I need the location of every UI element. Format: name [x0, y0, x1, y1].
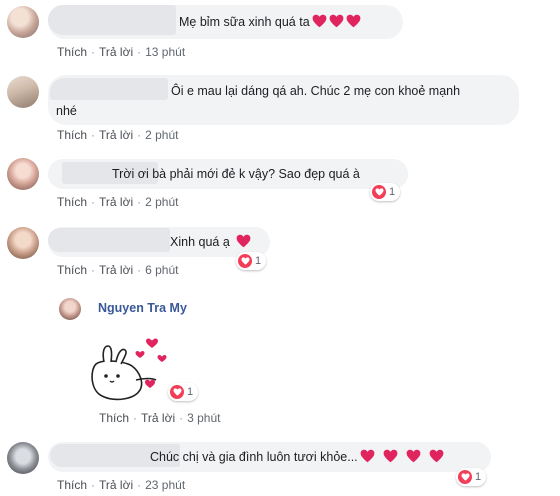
- comment-text: Xinh quá ạ: [170, 233, 251, 252]
- redacted-name: [50, 78, 168, 100]
- comment-actions: Thích · Trả lời · 23 phút: [57, 478, 186, 492]
- reaction-count: 1: [255, 255, 262, 267]
- comment-time[interactable]: 2 phút: [145, 195, 178, 209]
- comment-text: Mẹ bỉm sữa xinh quá ta: [179, 13, 361, 32]
- heart-icon: [429, 449, 444, 463]
- reply-link[interactable]: Trả lời: [99, 478, 133, 492]
- comment-bubble: Chúc chị và gia đình luôn tươi khỏe...: [48, 442, 491, 472]
- comment-text: Chúc chị và gia đình luôn tươi khỏe...: [150, 448, 444, 467]
- commenter-avatar[interactable]: [7, 6, 39, 38]
- love-reaction-icon: [170, 385, 184, 399]
- reply-link[interactable]: Trả lời: [99, 263, 133, 277]
- like-link[interactable]: Thích: [57, 45, 87, 59]
- comment-actions: Thích · Trả lời · 6 phút: [57, 263, 179, 277]
- redacted-name: [48, 5, 176, 35]
- reply-link[interactable]: Trả lời: [99, 195, 133, 209]
- commenter-avatar[interactable]: [7, 227, 39, 259]
- redacted-name: [48, 228, 170, 252]
- comment-bubble: Ôi e mau lại dáng qá ah. Chúc 2 mẹ con k…: [48, 75, 519, 125]
- commenter-avatar[interactable]: [7, 442, 39, 474]
- heart-icon: [406, 449, 421, 463]
- heart-icon: [360, 449, 375, 463]
- reaction-count: 1: [389, 186, 396, 198]
- comment-bubble: Xinh quá ạ: [48, 227, 270, 257]
- reaction-badge[interactable]: 1: [370, 183, 401, 201]
- comment-time[interactable]: 13 phút: [145, 45, 185, 59]
- comment-actions: Thích · Trả lời · 3 phút: [99, 411, 221, 425]
- comment-text: Trời ơi bà phải mới đẻ k vậy? Sao đẹp qu…: [112, 167, 360, 181]
- comment-text-line: nhé: [56, 104, 77, 118]
- reaction-count: 1: [475, 471, 482, 483]
- love-reaction-icon: [372, 185, 386, 199]
- heart-icon: [312, 14, 327, 28]
- commenter-avatar[interactable]: [59, 298, 81, 320]
- heart-icon: [329, 14, 344, 28]
- reply-link[interactable]: Trả lời: [99, 45, 133, 59]
- comment-text-line: Ôi e mau lại dáng qá ah. Chúc 2 mẹ con k…: [171, 84, 461, 98]
- commenter-avatar[interactable]: [7, 76, 39, 108]
- commenter-name[interactable]: Nguyen Tra My: [98, 301, 187, 315]
- comment-time[interactable]: 6 phút: [145, 263, 178, 277]
- comment-time[interactable]: 2 phút: [145, 128, 178, 142]
- comment-bubble: Trời ơi bà phải mới đẻ k vậy? Sao đẹp qu…: [48, 159, 408, 189]
- comment-time[interactable]: 23 phút: [145, 478, 185, 492]
- love-reaction-icon: [458, 470, 472, 484]
- comment-actions: Thích · Trả lời · 2 phút: [57, 128, 179, 142]
- reaction-badge[interactable]: 1: [456, 468, 487, 486]
- reaction-badge[interactable]: 1: [168, 383, 199, 401]
- heart-icon: [236, 234, 251, 248]
- bunny-hearts-sticker: [91, 338, 167, 401]
- comment-time[interactable]: 3 phút: [187, 411, 220, 425]
- reply-link[interactable]: Trả lời: [141, 411, 175, 425]
- comment-bubble: Mẹ bỉm sữa xinh quá ta: [48, 5, 403, 39]
- comment-actions: Thích · Trả lời · 2 phút: [57, 195, 179, 209]
- like-link[interactable]: Thích: [57, 263, 87, 277]
- heart-icon: [346, 14, 361, 28]
- love-reaction-icon: [238, 254, 252, 268]
- commenter-avatar[interactable]: [7, 158, 39, 190]
- like-link[interactable]: Thích: [57, 128, 87, 142]
- like-link[interactable]: Thích: [57, 478, 87, 492]
- like-link[interactable]: Thích: [57, 195, 87, 209]
- reply-link[interactable]: Trả lời: [99, 128, 133, 142]
- comment-actions: Thích · Trả lời · 13 phút: [57, 45, 186, 59]
- reaction-badge[interactable]: 1: [236, 252, 267, 270]
- like-link[interactable]: Thích: [99, 411, 129, 425]
- reaction-count: 1: [187, 386, 194, 398]
- heart-icon: [383, 449, 398, 463]
